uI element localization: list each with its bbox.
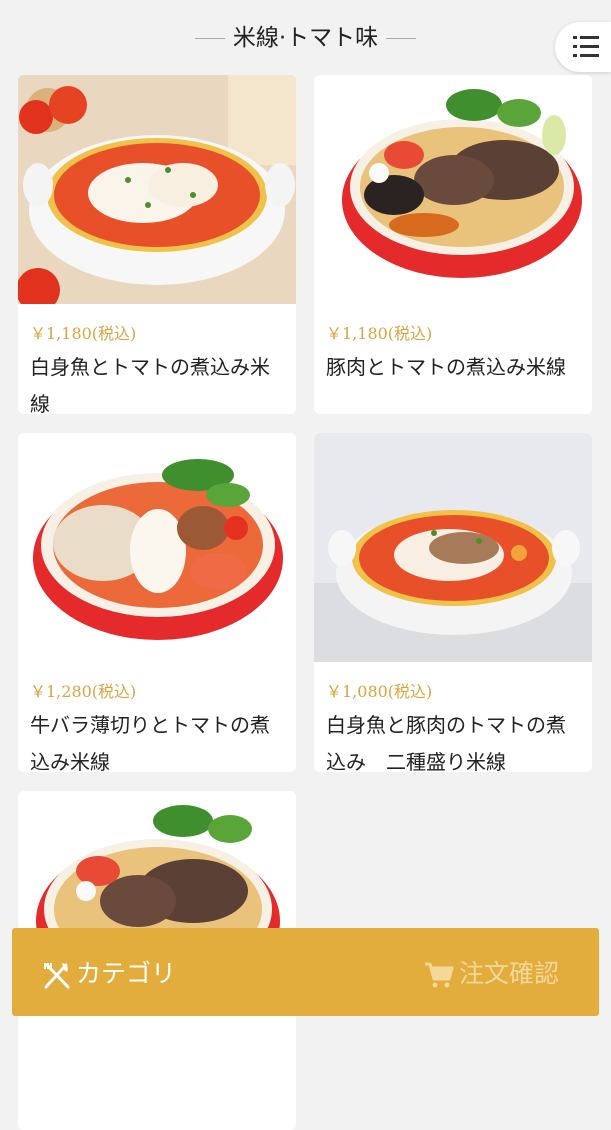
item-price: ￥1,280(税込) — [30, 682, 137, 701]
dish-photo — [314, 433, 592, 662]
dish-photo — [18, 75, 296, 304]
item-price: ￥1,180(税込) — [326, 324, 433, 343]
bottom-action-bar: カテゴリ 注文確認 — [12, 928, 599, 1016]
section-title: 米線·トマト味 — [0, 18, 611, 52]
item-name: 白身魚とトマトの煮込み米線 — [30, 355, 270, 414]
fork-knife-icon — [44, 963, 70, 989]
dish-photo — [18, 433, 296, 662]
item-name: 牛バラ薄切りとトマトの煮込み米線 — [30, 713, 270, 772]
header: 米線·トマト味 — [0, 0, 611, 72]
order-confirm-button[interactable]: 注文確認 — [423, 954, 559, 990]
menu-item-card[interactable]: ￥1,180(税込) 白身魚とトマトの煮込み米線 — [18, 75, 296, 414]
item-price: ￥1,180(税込) — [30, 324, 137, 343]
shopping-cart-icon — [424, 962, 454, 988]
section-title-text: 米線·トマト味 — [232, 25, 379, 51]
item-price: ￥1,080(税込) — [326, 682, 433, 701]
category-button[interactable]: カテゴリ — [42, 954, 176, 990]
menu-item-card[interactable]: ￥1,180(税込) 豚肉とトマトの煮込み米線 — [314, 75, 592, 414]
menu-item-card[interactable]: ￥1,080(税込) 白身魚と豚肉のトマトの煮込み 二種盛り米線 — [314, 433, 592, 772]
menu-item-card[interactable]: ￥1,280(税込) 牛バラ薄切りとトマトの煮込み米線 — [18, 433, 296, 772]
menu-button[interactable] — [555, 22, 611, 72]
category-label: カテゴリ — [76, 959, 177, 988]
order-confirm-label: 注文確認 — [458, 959, 559, 988]
item-name: 豚肉とトマトの煮込み米線 — [326, 355, 566, 379]
item-name: 白身魚と豚肉のトマトの煮込み 二種盛り米線 — [326, 713, 566, 772]
title-divider-right — [386, 38, 417, 39]
title-divider-left — [194, 38, 225, 39]
list-menu-icon — [573, 36, 599, 63]
dish-photo — [314, 75, 592, 304]
